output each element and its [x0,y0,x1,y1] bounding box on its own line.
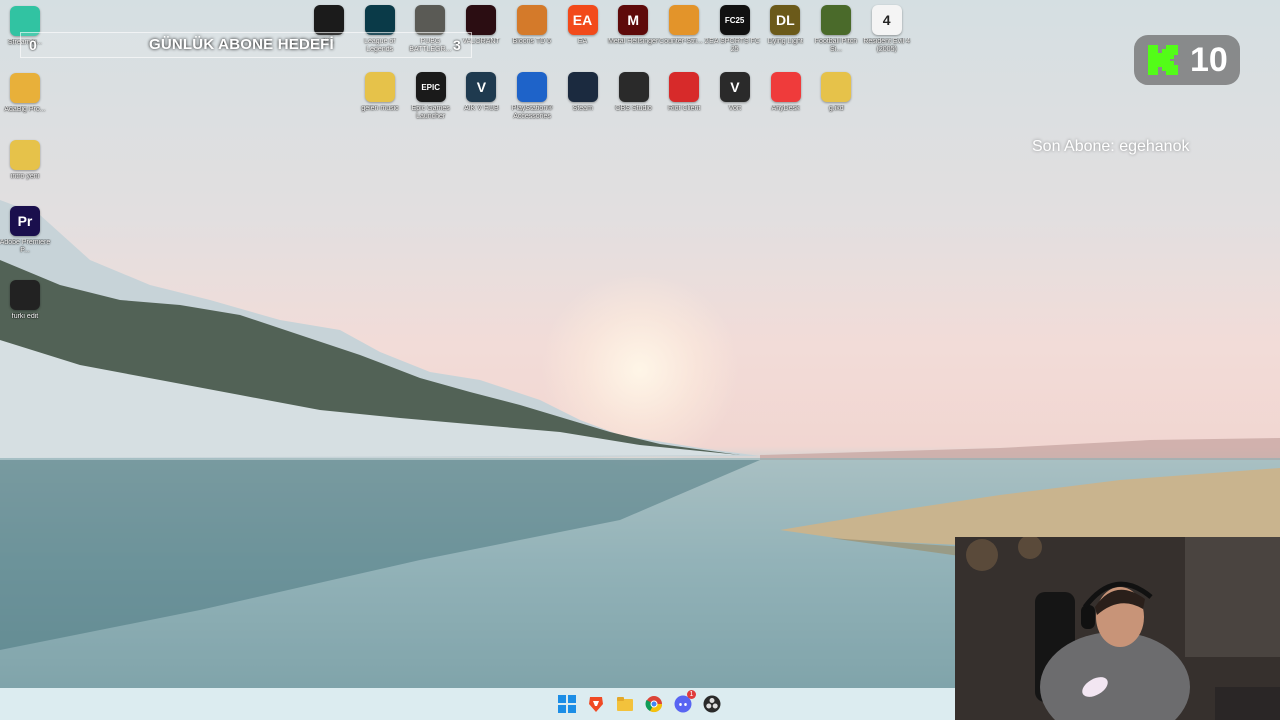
desktop-shortcut[interactable]: AdaBig Pro... [0,73,50,114]
obs-icon [618,72,649,102]
desktop-shortcut-label: g.ikd [828,105,844,112]
folder-icon [821,72,852,102]
desktop-shortcut[interactable]: EPIC Epic Games Launcher [406,72,456,121]
vhub-icon: V [466,72,497,102]
playstation-icon [517,72,548,102]
desktop-shortcut-label: EA SPORTS FC 25 [709,38,761,53]
bloons-icon [516,5,547,35]
webcam-overlay [955,537,1280,720]
desktop-shortcut-label: Dying Light [767,38,803,45]
file-explorer-icon[interactable] [614,693,636,715]
discord-notification-badge: 1 [687,690,696,699]
desktop-shortcut[interactable]: FC25 EA SPORTS FC 25 [709,5,761,54]
discord-icon[interactable]: 1 [672,690,696,715]
vort-icon: V [719,72,750,102]
icon-glyph-text: EPIC [421,82,441,92]
desktop-shortcut-label: Resident Evil 4 (2005) [863,38,911,53]
kick-follower-badge: 10 [1134,35,1240,85]
subscriber-goal-bar: 0 GÜNLÜK ABONE HEDEFİ 3 [20,32,472,58]
icon-glyph-text: M [627,12,640,28]
icon-glyph-text: 4 [882,12,891,28]
folder-icon [365,72,395,102]
brave-browser-icon[interactable] [585,693,607,715]
chrome-icon[interactable] [643,693,665,715]
video-file-icon [10,280,40,310]
desktop-shortcut-label: OBS Studio [615,105,652,112]
folder-icon [10,140,40,170]
desktop-shortcut-label: PlayStation® Accessories [511,105,553,120]
goal-title: GÜNLÜK ABONE HEDEFİ [149,36,334,53]
epic-games-icon: EPIC [415,72,446,102]
desktop-shortcut-label: Counter-Stri... 2 [659,38,709,45]
ea-fc-icon: FC25 [719,5,750,35]
icon-glyph-text: V [730,79,740,95]
desktop-shortcut[interactable]: g.ikd [811,72,861,113]
desktop-shortcut[interactable]: AnyDesk [761,72,811,113]
app-icon [314,5,344,35]
desktop-shortcut-label: AdaBig Pro... [4,106,46,113]
goal-target-count: 3 [453,37,461,53]
desktop-shortcut-label: Metal Hellsinger [608,38,659,45]
desktop-shortcut[interactable]: M Metal Hellsinger [608,5,658,46]
resident-evil-icon: 4 [871,5,902,35]
icon-glyph-text: FC25 [724,15,745,25]
desktop-shortcut[interactable]: Football Pitch Si... [811,5,861,54]
icon-glyph-text: Pr [17,213,33,229]
kick-count: 10 [1190,40,1228,79]
metal-hellsinger-icon: M [618,5,649,35]
desktop-shortcut[interactable]: V AIK V HUB [456,72,506,113]
steam-icon [567,72,598,102]
desktop-shortcut[interactable]: EA EA [558,5,608,46]
icon-glyph-text: V [476,79,487,95]
desktop-shortcut-label: Bloons TD 6 [512,38,551,45]
icon-glyph-text: DL [775,12,795,28]
premiere-icon: Pr [10,206,40,236]
taskbar: 1 [0,688,955,720]
desktop-shortcut-label: gelen music [361,105,399,112]
desktop-shortcut[interactable]: Riot Client [659,72,709,113]
obs-taskbar-icon[interactable] [701,693,723,715]
desktop-shortcut-label: Steam [572,105,593,112]
desktop-shortcut-label: EA [577,38,588,45]
desktop-shortcut[interactable]: gelen music [355,72,405,113]
desktop-shortcut-label: AnyDesk [771,105,800,112]
desktop-shortcut[interactable]: OBS Studio [609,72,659,113]
desktop-shortcut-label: Riot Client [668,105,701,112]
desktop-shortcut[interactable]: furki edit [0,280,50,321]
desktop-shortcut[interactable]: Counter-Stri... 2 [659,5,709,46]
riot-client-icon [669,72,700,102]
desktop-shortcut[interactable]: Bloons TD 6 [507,5,557,46]
football-icon [821,5,851,35]
last-subscriber-text: Son Abone: egehanok [1032,138,1190,155]
desktop-shortcut[interactable]: intro yeni [0,140,50,181]
ea-icon: EA [567,5,598,35]
app-icon [10,73,40,103]
valorant-icon [466,5,497,35]
counter-strike-icon [668,5,699,35]
desktop-shortcut-label: intro yeni [10,173,40,180]
kick-logo-icon [1148,45,1178,75]
desktop-shortcut[interactable]: V Vort [710,72,760,113]
league-of-legends-icon [364,5,395,35]
streamer-webcam-image [955,537,1280,720]
windows-start-icon[interactable] [556,693,578,715]
desktop-shortcut[interactable]: Pr Adobe Premiere P... [0,206,50,255]
desktop-shortcut-label: Football Pitch Si... [814,38,858,53]
goal-current-count: 0 [29,37,37,53]
icon-glyph-text: EA [572,12,593,28]
desktop-shortcut[interactable]: PlayStation® Accessories [507,72,557,121]
desktop-shortcut[interactable]: Steam [558,72,608,113]
desktop-shortcut-label: furki edit [11,313,39,320]
dying-light-icon: DL [770,5,801,35]
desktop-shortcut-label: AIK V HUB [464,105,499,112]
desktop-shortcut-label: Adobe Premiere P... [0,239,51,254]
desktop-shortcut[interactable]: DL Dying Light [760,5,810,46]
desktop-shortcut[interactable]: 4 Resident Evil 4 (2005) [862,5,912,54]
desktop-shortcut-label: Vort [728,105,742,112]
anydesk-icon [770,72,801,102]
pubg-icon [415,5,446,35]
desktop-shortcut-label: Epic Games Launcher [411,105,450,120]
